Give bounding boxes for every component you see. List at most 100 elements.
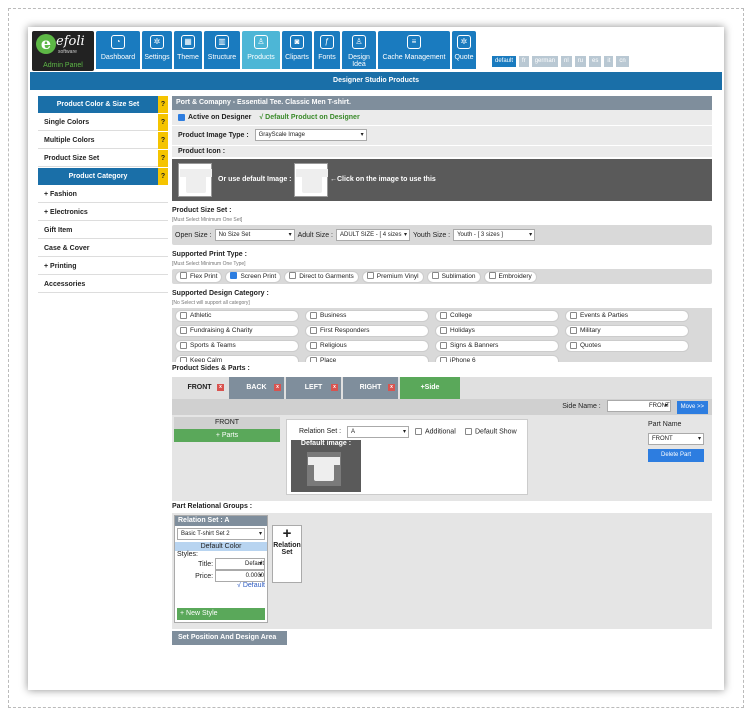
category-option[interactable]: College xyxy=(435,310,559,322)
help-icon[interactable]: ? xyxy=(158,96,168,113)
print-type-option[interactable]: Sublimation xyxy=(426,270,481,283)
product-icon-image[interactable] xyxy=(178,163,212,197)
style-title-input[interactable]: Default xyxy=(215,558,265,570)
category-checkbox[interactable] xyxy=(310,326,317,334)
category-option[interactable]: Place xyxy=(305,355,429,362)
print-type-option[interactable]: Premium Vinyl xyxy=(361,270,424,283)
sidebar-category-accessories[interactable]: Accessories xyxy=(38,276,168,293)
nav-dashboard[interactable]: ◔ Dashboard xyxy=(96,31,140,69)
active-checkbox[interactable] xyxy=(178,113,185,121)
nav-theme[interactable]: ▦ Theme xyxy=(174,31,202,69)
lang-ru[interactable]: ru xyxy=(574,56,587,67)
close-icon[interactable]: x xyxy=(274,384,281,391)
category-option[interactable]: Sports & Teams xyxy=(175,340,299,352)
category-option[interactable]: Keep Calm xyxy=(175,355,299,362)
category-checkbox[interactable] xyxy=(310,311,317,319)
add-parts-button[interactable]: + Parts xyxy=(174,429,280,442)
category-checkbox[interactable] xyxy=(310,356,317,362)
category-checkbox[interactable] xyxy=(440,326,447,334)
lang-german[interactable]: german xyxy=(531,56,559,67)
default-show-checkbox[interactable] xyxy=(465,428,472,435)
side-name-input[interactable]: FRONT xyxy=(606,400,671,413)
category-checkbox[interactable] xyxy=(570,311,577,319)
tab-back[interactable]: BACK x xyxy=(229,377,284,399)
nav-quote[interactable]: ✲ Quote xyxy=(452,31,476,69)
default-image-shirt[interactable] xyxy=(307,452,341,486)
tab-right[interactable]: RIGHT x xyxy=(343,377,398,399)
style-price-input[interactable]: 0.0000 xyxy=(215,570,265,582)
logo[interactable]: e efoli software Admin Panel xyxy=(32,31,94,71)
category-option[interactable]: Holidays xyxy=(435,325,559,337)
tab-left[interactable]: LEFT x xyxy=(286,377,341,399)
nav-design-idea[interactable]: ♙ Design Idea xyxy=(342,31,376,69)
category-checkbox[interactable] xyxy=(440,341,447,349)
lang-nl[interactable]: nl xyxy=(561,56,572,67)
sidebar-category--electronics[interactable]: + Electronics xyxy=(38,204,168,221)
open-size-select[interactable]: No Size Set xyxy=(214,229,295,241)
category-checkbox[interactable] xyxy=(570,341,577,349)
help-icon[interactable]: ? xyxy=(158,114,168,131)
default-color-bar[interactable]: Default Color xyxy=(175,542,267,551)
default-icon-image[interactable] xyxy=(294,163,328,197)
tab-front[interactable]: FRONT x xyxy=(172,377,227,399)
help-icon[interactable]: ? xyxy=(158,150,168,167)
category-checkbox[interactable] xyxy=(180,326,187,334)
print-type-checkbox[interactable] xyxy=(431,272,439,280)
print-type-checkbox[interactable] xyxy=(180,272,187,280)
category-option[interactable]: Quotes xyxy=(565,340,689,352)
category-option[interactable]: Religious xyxy=(305,340,429,352)
sidebar-category-gift-item[interactable]: Gift Item xyxy=(38,222,168,239)
lang-it[interactable]: it xyxy=(604,56,614,67)
sidebar-category-case-cover[interactable]: Case & Cover xyxy=(38,240,168,257)
default-style-link[interactable]: √ Default xyxy=(175,582,267,589)
lang-cn[interactable]: cn xyxy=(616,56,629,67)
sidebar-item-product-size-set[interactable]: Product Size Set? xyxy=(38,150,168,167)
delete-part-button[interactable]: Delete Part xyxy=(648,449,704,462)
move-button[interactable]: Move >> xyxy=(676,401,708,414)
category-checkbox[interactable] xyxy=(440,311,447,319)
tshirt-set-select[interactable]: Basic T-shirt Set 2 xyxy=(177,528,265,540)
close-icon[interactable]: x xyxy=(388,384,395,391)
print-type-option[interactable]: Direct to Garments xyxy=(284,270,359,283)
sidebar-item-single-colors[interactable]: Single Colors? xyxy=(38,114,168,131)
part-name-input[interactable]: FRONT xyxy=(648,433,704,445)
print-type-checkbox[interactable] xyxy=(289,272,297,280)
nav-settings[interactable]: ✲ Settings xyxy=(142,31,172,69)
category-option[interactable]: Athletic xyxy=(175,310,299,322)
category-checkbox[interactable] xyxy=(310,341,317,349)
print-type-option[interactable]: Flex Print xyxy=(175,270,223,283)
print-type-checkbox[interactable] xyxy=(366,272,374,280)
category-option[interactable]: First Responders xyxy=(305,325,429,337)
print-type-checkbox[interactable] xyxy=(230,272,238,280)
relation-set-select[interactable]: A xyxy=(347,426,409,438)
youth-size-select[interactable]: Youth - [ 3 sizes ] xyxy=(453,229,536,241)
additional-checkbox[interactable] xyxy=(415,428,422,435)
image-type-select[interactable]: GrayScale Image xyxy=(254,129,367,142)
add-side-tab[interactable]: +Side xyxy=(400,377,460,399)
help-icon[interactable]: ? xyxy=(158,168,168,185)
category-checkbox[interactable] xyxy=(180,356,187,362)
adult-size-select[interactable]: ADULT SIZE - [ 4 sizes xyxy=(336,229,410,241)
category-option[interactable]: Events & Parties xyxy=(565,310,689,322)
category-option[interactable]: Fundraising & Charity xyxy=(175,325,299,337)
category-checkbox[interactable] xyxy=(570,326,577,334)
category-option[interactable]: iPhone 6 xyxy=(435,355,559,362)
lang-fr[interactable]: fr xyxy=(519,56,529,67)
set-position-bar[interactable]: Set Position And Design Area xyxy=(172,631,287,645)
nav-fonts[interactable]: ƒ Fonts xyxy=(314,31,340,69)
close-icon[interactable]: x xyxy=(217,384,224,391)
lang-default[interactable]: default xyxy=(492,56,517,67)
new-style-button[interactable]: + New Style xyxy=(177,608,265,620)
add-relation-set-button[interactable]: + Relation Set xyxy=(272,525,302,583)
nav-cache-management[interactable]: ≡ Cache Management xyxy=(378,31,450,69)
nav-products[interactable]: ♙ Products xyxy=(242,31,280,69)
sidebar-category--printing[interactable]: + Printing xyxy=(38,258,168,275)
help-icon[interactable]: ? xyxy=(158,132,168,149)
print-type-option[interactable]: Screen Print xyxy=(225,270,282,283)
nav-cliparts[interactable]: ◙ Cliparts xyxy=(282,31,312,69)
category-checkbox[interactable] xyxy=(180,341,187,349)
lang-es[interactable]: es xyxy=(589,56,602,67)
print-type-checkbox[interactable] xyxy=(488,272,496,280)
print-type-option[interactable]: Embroidery xyxy=(483,270,537,283)
sidebar-category--fashion[interactable]: + Fashion xyxy=(38,186,168,203)
